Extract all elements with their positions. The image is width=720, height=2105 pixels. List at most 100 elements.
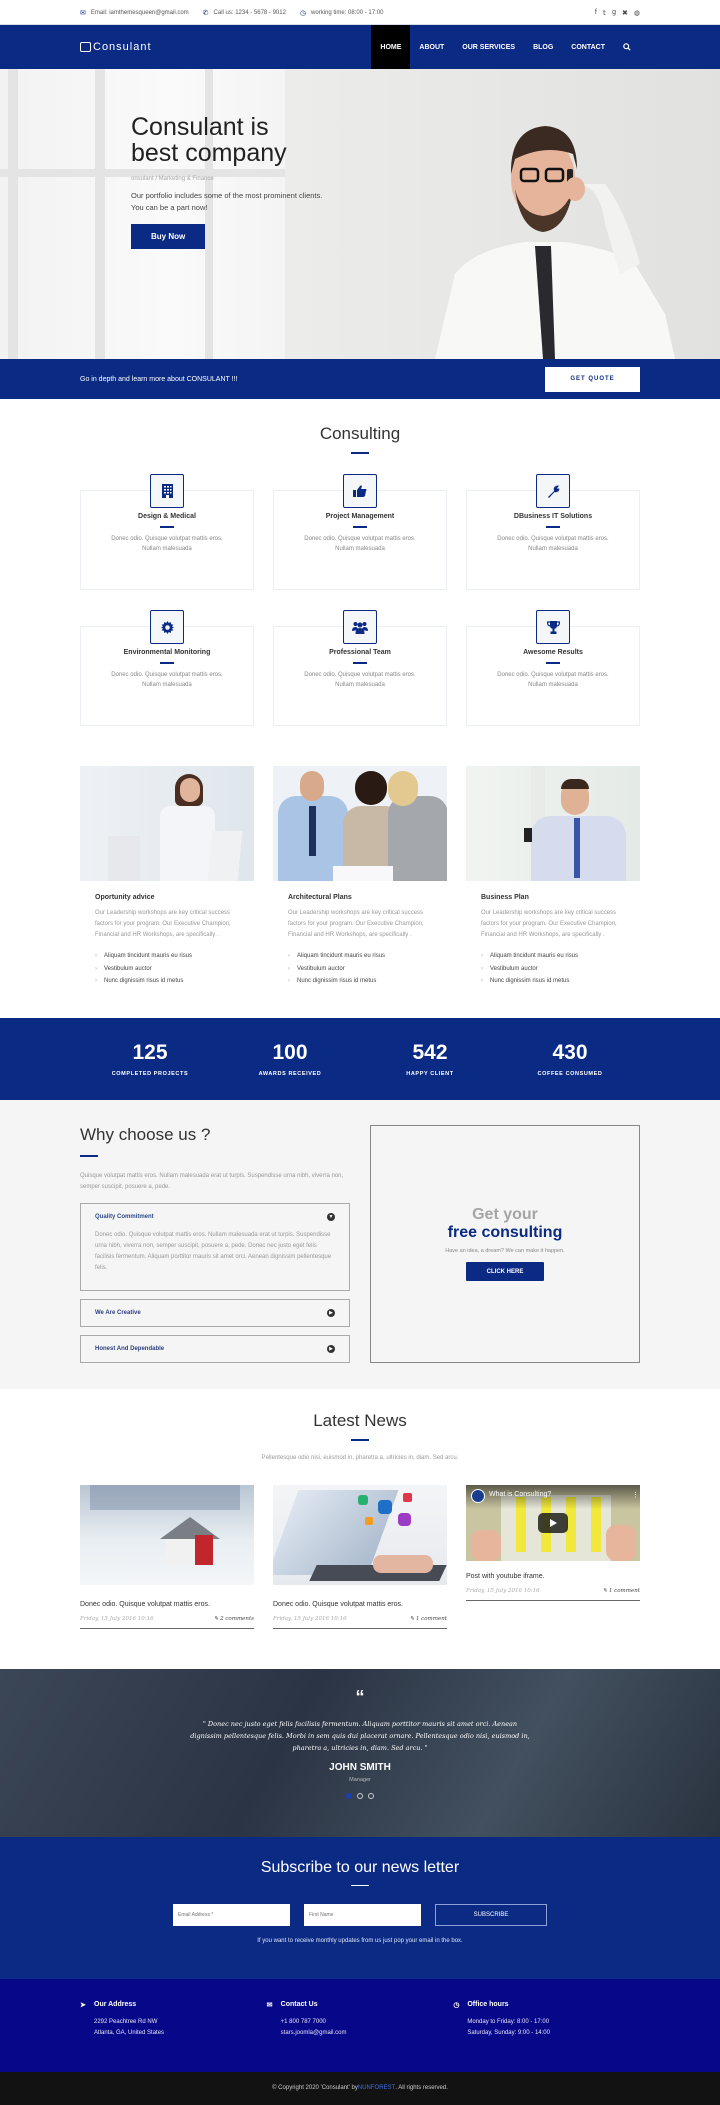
dribbble-icon[interactable]: ◍: [634, 9, 640, 17]
thumbs-up-icon: [343, 474, 377, 508]
news-post-title[interactable]: Donec odio. Quisque volutpat mattis eros…: [80, 1601, 254, 1608]
main-nav: HOME ABOUT OUR SERVICES BLOG CONTACT: [371, 25, 640, 69]
feature-image-man-phone: [466, 766, 640, 881]
accordion-item-we-are-creative: We Are Creative ▶: [80, 1298, 350, 1327]
nav-blog[interactable]: BLOG: [524, 25, 562, 69]
nav-our-services[interactable]: OUR SERVICES: [453, 25, 524, 69]
stat-completed-projects: 125 COMPLETED PROJECTS: [111, 1040, 189, 1077]
newsletter-title: Subscribe to our news letter: [260, 1858, 460, 1876]
news-post-comments[interactable]: ✎ 2 comments: [214, 1616, 254, 1622]
footer-hours: ◷ Office hours Monday to Friday: 8:00 - 1…: [453, 2001, 550, 2036]
service-card[interactable]: Professional Team Donec odio. Quisque vol…: [273, 610, 447, 726]
newsletter-section: Subscribe to our news letter SUBSCRIBE I…: [0, 1836, 720, 1979]
nav-home[interactable]: HOME: [371, 25, 411, 69]
hero-subtitle: onsulant / Marketing & Finance: [131, 176, 214, 182]
accordion-header[interactable]: Honest And Dependable ▶: [81, 1336, 349, 1362]
accordion-header[interactable]: We Are Creative ▶: [81, 1300, 349, 1326]
news-post-date: Friday, 15 July 2016 10:16: [466, 1587, 540, 1594]
more-vertical-icon[interactable]: ⋮: [632, 1491, 639, 1499]
footer-phone[interactable]: +1 800 787 7000: [281, 2017, 454, 2028]
chevron-right-icon[interactable]: ▶: [327, 1308, 335, 1317]
accordion-header[interactable]: Quality Commitment ▼: [81, 1204, 349, 1230]
consulting-title: Consulting: [319, 424, 401, 443]
news-title: Latest News: [313, 1410, 407, 1430]
title-divider: [351, 452, 369, 454]
wrench-icon: [536, 474, 570, 508]
news-post-comments[interactable]: ✎ 1 comment: [410, 1616, 447, 1622]
navbar: Consulant HOME ABOUT OUR SERVICES BLOG C…: [0, 25, 720, 69]
service-card[interactable]: DBusiness IT Solutions Donec odio. Quisqu…: [466, 474, 640, 590]
footer: ➤ Our Address 2292 Peachtree Rd NW Atlanta…: [0, 1978, 720, 2069]
slider-dot[interactable]: [357, 1792, 363, 1799]
footer-address: ➤ Our Address 2292 Peachtree Rd NW Atlanta…: [80, 2001, 165, 2036]
why-title: Why choose us ?: [80, 1124, 211, 1144]
users-icon: [343, 610, 377, 644]
video-title: What is Consulting?: [489, 1490, 552, 1498]
latest-news-section: Latest News Pellentesque odio nisi, euis…: [0, 1389, 720, 1669]
search-icon[interactable]: [614, 25, 640, 69]
chevron-down-icon[interactable]: ▼: [327, 1212, 335, 1221]
news-post-title[interactable]: Post with youtube iframe.: [466, 1573, 640, 1580]
envelope-icon: ✉: [80, 9, 86, 17]
list-item: › Aliquam tincidunt mauris eu risus: [288, 953, 386, 959]
list-item: › Aliquam tincidunt mauris eu risus: [481, 953, 579, 959]
twitter-icon[interactable]: 𝕥: [603, 9, 606, 17]
chevron-right-icon[interactable]: ▶: [327, 1344, 335, 1353]
google-plus-icon[interactable]: g: [612, 9, 616, 17]
comment-icon: ✎: [213, 1615, 219, 1622]
news-image-house[interactable]: [80, 1484, 254, 1585]
news-post-date: Friday, 15 July 2016 10:16: [273, 1615, 347, 1622]
stat-awards-received: 100 AWARDS RECEIVED: [258, 1040, 322, 1077]
hero-text: Consulant is best company onsulant / Mark…: [131, 114, 361, 249]
cta-description: Have an idea, a dream? We can make it ha…: [445, 1248, 565, 1254]
feature-column: Architectural Plans Our Leadership works…: [273, 766, 447, 988]
list-item: › Vestibulum auctor: [481, 965, 538, 972]
stat-happy-client: 542 HAPPY CLIENT: [406, 1040, 454, 1077]
title-divider: [351, 1884, 369, 1886]
youtube-video-embed[interactable]: What is Consulting? ⋮: [466, 1484, 640, 1561]
list-item: › Nunc dignissim risus id metus: [288, 978, 377, 984]
get-quote-button[interactable]: GET QUOTE: [545, 366, 640, 392]
service-card[interactable]: Project Management Donec odio. Quisque vo…: [273, 474, 447, 590]
email-field[interactable]: [173, 1904, 290, 1926]
topbar-email[interactable]: ✉ Email: iamthemesqueen@gmail.com: [80, 9, 189, 17]
newsletter-note: If you want to receive monthly updates f…: [257, 1938, 463, 1944]
topbar-phone[interactable]: ✆ Call us: 1234 - 5678 - 9012: [203, 9, 286, 17]
service-card[interactable]: Environmental Monitoring Donec odio. Quis…: [80, 610, 254, 726]
news-post-title[interactable]: Donec odio. Quisque volutpat mattis eros…: [273, 1601, 447, 1608]
click-here-button[interactable]: CLICK HERE: [466, 1262, 544, 1281]
nav-contact[interactable]: CONTACT: [562, 25, 614, 69]
news-post: Donec odio. Quisque volutpat mattis eros…: [273, 1484, 447, 1629]
news-image-laptop[interactable]: [273, 1484, 447, 1585]
stats-section: 125 COMPLETED PROJECTS 100 AWARDS RECEIVED…: [0, 1017, 720, 1100]
feature-column: Oportunity advice Our Leadership worksho…: [80, 766, 254, 988]
slider-dot[interactable]: [368, 1792, 374, 1799]
gear-icon: [150, 610, 184, 644]
facebook-icon[interactable]: f: [595, 9, 597, 17]
service-cards: Design & Medical Donec odio. Quisque volu…: [80, 474, 640, 726]
service-card[interactable]: Design & Medical Donec odio. Quisque volu…: [80, 474, 254, 590]
footer-email[interactable]: stars.joomla@gmail.com: [281, 2028, 454, 2039]
nav-about[interactable]: ABOUT: [410, 25, 453, 69]
brand-link[interactable]: NUNFOREST: [358, 2085, 395, 2091]
list-item: › Vestibulum auctor: [288, 965, 345, 972]
buy-now-button[interactable]: Buy Now: [131, 224, 206, 249]
service-card[interactable]: Awesome Results Donec odio. Quisque volut…: [466, 610, 640, 726]
feature-image-woman-laptop: [80, 766, 254, 881]
slider-dot[interactable]: [346, 1792, 352, 1799]
list-item: › Aliquam tincidunt mauris eu risus: [95, 953, 193, 959]
news-post-comments[interactable]: ✎ 1 comment: [603, 1588, 640, 1594]
first-name-field[interactable]: [304, 1904, 421, 1926]
features-section: Oportunity advice Our Leadership worksho…: [80, 766, 640, 1018]
subscribe-button[interactable]: SUBSCRIBE: [435, 1904, 547, 1926]
testimonial-section: “ " Donec nec justo eget felis facilisis…: [0, 1668, 720, 1837]
why-description: Quisque volutpat mattis eros. Nullam mal…: [80, 1172, 344, 1190]
accordion-item-quality-commitment: Quality Commitment ▼ Donec odio. Quisque …: [80, 1202, 350, 1291]
play-button[interactable]: [538, 1512, 568, 1533]
envelope-icon: ✉: [266, 2001, 273, 2009]
xing-icon[interactable]: ✖: [622, 9, 628, 17]
news-subtitle: Pellentesque odio nisi, euismod in, phar…: [261, 1454, 459, 1461]
free-consulting-box: Get your free consulting Have an idea, a…: [370, 1124, 640, 1363]
logo[interactable]: Consulant: [80, 41, 152, 53]
slider-dots: [0, 1792, 720, 1799]
